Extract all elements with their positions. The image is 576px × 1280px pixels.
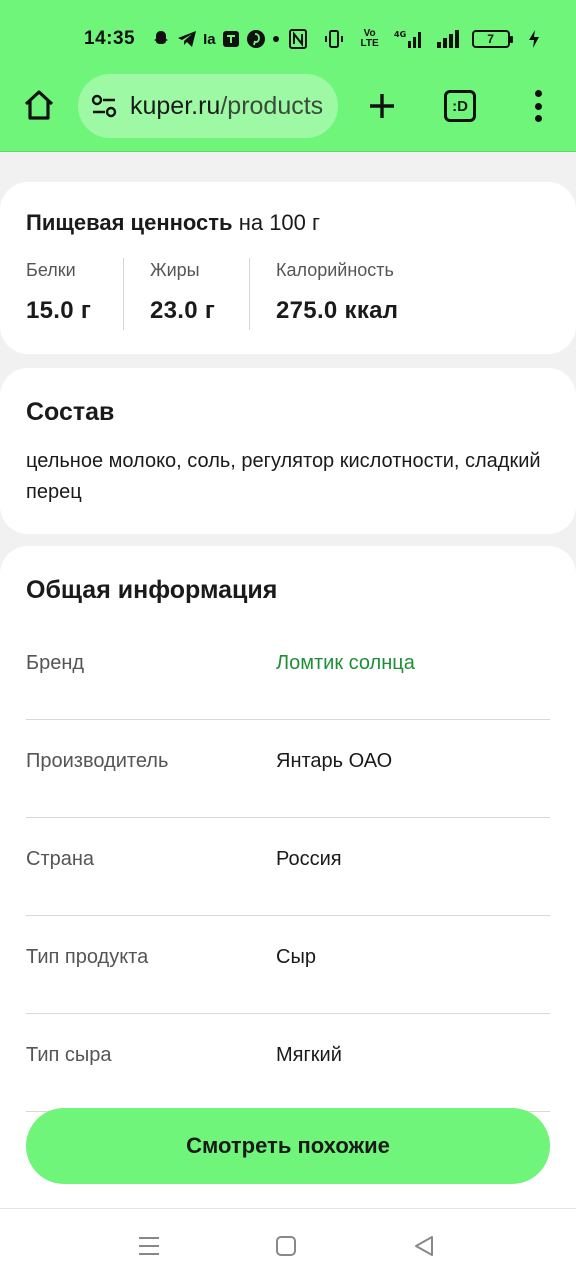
new-tab-button[interactable]	[362, 86, 402, 126]
home-button[interactable]	[18, 84, 60, 126]
nutrition-title-rest: на 100 г	[232, 210, 321, 235]
composition-title: Состав	[26, 398, 115, 426]
charging-icon	[522, 28, 546, 50]
url-path: /products	[220, 91, 324, 120]
nutrition-title-bold: Пищевая ценность	[26, 210, 233, 235]
overflow-menu-icon[interactable]	[524, 86, 552, 126]
browser-chrome: 14:35 Ia Vo LTE 4G 7 kuper.ru/products:…	[0, 0, 576, 152]
info-value: Россия	[276, 848, 342, 870]
pinterest-icon	[246, 28, 266, 50]
info-row-cheese-type: Тип сыра Мягкий	[26, 1014, 550, 1112]
info-row-brand: Бренд Ломтик солнца	[26, 622, 550, 720]
composition-card: Состав цельное молоко, соль, регулятор к…	[0, 368, 576, 534]
back-icon[interactable]	[411, 1233, 437, 1259]
address-bar[interactable]: kuper.ru/products	[78, 74, 338, 138]
nutrition-item-calories: Калорийность 275.0 ккал	[276, 260, 398, 325]
info-key: Производитель	[26, 750, 169, 772]
site-settings-icon[interactable]	[90, 92, 118, 120]
nutrition-value: 15.0 г	[26, 297, 92, 324]
battery-icon: 7	[471, 30, 513, 48]
system-nav-bar	[0, 1208, 576, 1280]
nutrition-label: Белки	[26, 260, 76, 280]
app-icon: Ia	[203, 30, 216, 48]
address-text: kuper.ru/products	[130, 92, 323, 121]
general-info-title: Общая информация	[26, 576, 278, 604]
plus-icon	[370, 94, 394, 118]
nutrition-card: Пищевая ценность на 100 г Белки 15.0 г Ж…	[0, 182, 576, 354]
info-key: Страна	[26, 848, 95, 870]
tabs-icon[interactable]: :D	[444, 90, 476, 122]
info-key: Тип сыра	[26, 1044, 112, 1066]
divider	[249, 258, 250, 330]
info-key: Бренд	[26, 652, 85, 674]
app-badge-icon	[222, 28, 240, 50]
nfc-icon	[286, 28, 310, 50]
nutrition-label: Жиры	[150, 260, 200, 280]
vibrate-icon	[322, 28, 346, 50]
nutrition-item-fat: Жиры 23.0 г	[150, 260, 215, 325]
info-row-product-type: Тип продукта Сыр	[26, 916, 550, 1014]
info-row-manufacturer: Производитель Янтарь ОАО	[26, 720, 550, 818]
see-similar-button[interactable]: Смотреть похожие	[26, 1108, 550, 1184]
url-host: kuper.ru	[130, 91, 221, 120]
url-bar-row: kuper.ru/products :D	[0, 74, 576, 138]
snapchat-icon	[151, 28, 171, 50]
dot-icon	[272, 28, 280, 50]
home-nav-icon[interactable]	[273, 1233, 299, 1259]
info-key: Тип продукта	[26, 946, 149, 968]
svg-text:4G: 4G	[394, 30, 406, 39]
home-icon	[24, 90, 54, 120]
signal-icon	[436, 28, 460, 50]
nutrition-item-protein: Белки 15.0 г	[26, 260, 91, 325]
tabs-label: :D	[452, 97, 468, 115]
composition-text: цельное молоко, соль, регулятор кислотно…	[26, 450, 541, 503]
status-bar: 14:35 Ia Vo LTE 4G 7	[84, 24, 539, 54]
nutrition-title: Пищевая ценность на 100 г	[26, 210, 320, 236]
status-time: 14:35	[84, 28, 136, 49]
nutrition-label: Калорийность	[276, 260, 394, 280]
recents-icon[interactable]	[136, 1233, 162, 1259]
divider	[123, 258, 124, 330]
info-value: Янтарь ОАО	[276, 750, 393, 772]
brand-link[interactable]: Ломтик солнца	[276, 652, 415, 675]
nutrition-value: 275.0 ккал	[276, 297, 399, 324]
info-value: Сыр	[276, 946, 316, 968]
nutrition-value: 23.0 г	[150, 297, 216, 324]
volte-icon: Vo LTE	[360, 28, 379, 49]
info-value: Мягкий	[276, 1044, 342, 1066]
signal-4g-icon: 4G	[394, 28, 424, 50]
telegram-icon	[177, 28, 197, 50]
info-row-country: Страна Россия	[26, 818, 550, 916]
